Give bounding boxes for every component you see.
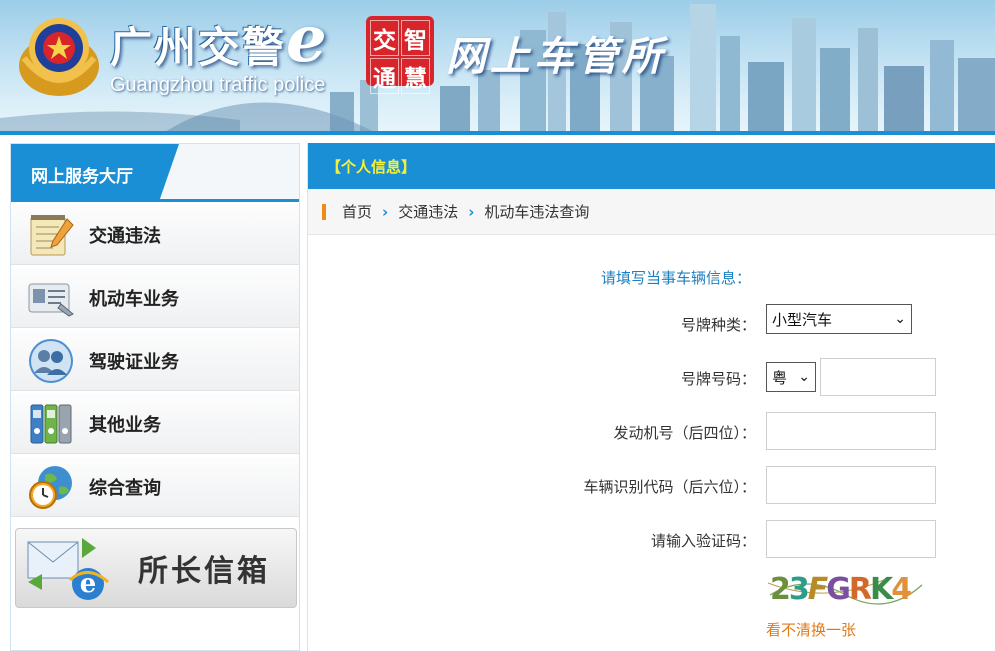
section-title: 【个人信息】 xyxy=(308,143,995,189)
director-mailbox-button[interactable]: e 所长信箱 xyxy=(15,528,297,608)
breadcrumb-traffic-violation[interactable]: 交通违法 xyxy=(398,201,458,222)
sidebar: 网上服务大厅 交通违法 机动车业务 驾驶证业务 其他业务 综合查询 e 所长信箱 xyxy=(10,143,300,651)
header-banner: 广州交警 e Guangzhou traffic police 交 智 通 慧 … xyxy=(0,0,995,135)
engine-number-label: 发动机号（后四位）： xyxy=(613,424,756,442)
sidebar-item-other-business[interactable]: 其他业务 xyxy=(11,394,299,454)
breadcrumb-home[interactable]: 首页 xyxy=(342,201,372,222)
plate-type-label: 号牌种类： xyxy=(680,316,756,334)
breadcrumb-marker xyxy=(322,203,326,220)
form-title: 请填写当事车辆信息： xyxy=(601,269,752,287)
online-vehicle-office-slogan: 网上车管所 xyxy=(446,33,666,80)
seal-char: 慧 xyxy=(401,58,430,94)
plate-type-select[interactable]: 小型汽车 ⌄ xyxy=(766,304,912,334)
notepad-pencil-icon xyxy=(25,211,77,259)
sidebar-item-label: 综合查询 xyxy=(89,477,161,499)
engine-number-row: 发动机号（后四位）： xyxy=(308,412,995,452)
brand-e-mark: e xyxy=(286,2,327,77)
captcha-input[interactable] xyxy=(766,520,936,558)
binders-icon xyxy=(25,400,77,448)
globe-clock-icon xyxy=(25,463,77,511)
plate-number-row: 号牌号码： 粤 ⌄ xyxy=(308,358,995,398)
seal-char: 智 xyxy=(401,20,430,56)
mailbox-label: 所长信箱 xyxy=(138,554,270,589)
plate-type-row: 号牌种类： 小型汽车 ⌄ xyxy=(308,304,995,344)
plate-type-value: 小型汽车 xyxy=(772,310,833,329)
sidebar-item-driver-license[interactable]: 驾驶证业务 xyxy=(11,331,299,391)
header-divider xyxy=(0,131,995,135)
plate-number-input[interactable] xyxy=(820,358,936,396)
envelope-ie-icon: e xyxy=(27,538,110,600)
vin-label: 车辆识别代码（后六位）： xyxy=(583,478,756,496)
sidebar-heading: 网上服务大厅 xyxy=(31,167,133,187)
sidebar-item-label: 其他业务 xyxy=(89,414,161,436)
chevron-down-icon: ⌄ xyxy=(894,311,906,327)
chevron-right-icon: › xyxy=(468,202,475,221)
refresh-captcha-link[interactable]: 看不清换一张 xyxy=(766,619,856,640)
sidebar-item-label: 机动车业务 xyxy=(89,288,179,310)
sidebar-header: 网上服务大厅 xyxy=(11,144,299,202)
user-group-icon xyxy=(25,337,77,385)
captcha-image[interactable]: 23FGRK4 xyxy=(766,565,926,609)
chevron-down-icon: ⌄ xyxy=(798,369,810,385)
chevron-right-icon: › xyxy=(382,202,389,221)
sidebar-item-vehicle-business[interactable]: 机动车业务 xyxy=(11,268,299,328)
seal-char: 通 xyxy=(370,58,399,94)
plate-number-label: 号牌号码： xyxy=(680,370,756,388)
smart-traffic-seal: 交 智 通 慧 xyxy=(366,16,434,94)
sidebar-item-traffic-violation[interactable]: 交通违法 xyxy=(11,205,299,265)
vin-row: 车辆识别代码（后六位）： xyxy=(308,466,995,506)
police-emblem-icon xyxy=(19,18,99,96)
captcha-row: 请输入验证码： xyxy=(308,520,995,560)
sidebar-item-label: 交通违法 xyxy=(89,225,161,247)
sidebar-item-label: 驾驶证业务 xyxy=(89,351,179,373)
captcha-text: 23FGRK4 xyxy=(770,572,911,607)
brand-subtitle-en: Guangzhou traffic police xyxy=(110,74,326,96)
vehicle-license-card-icon xyxy=(25,274,77,322)
plate-province-select[interactable]: 粤 ⌄ xyxy=(766,362,816,392)
breadcrumb-current[interactable]: 机动车违法查询 xyxy=(484,201,589,222)
engine-number-input[interactable] xyxy=(766,412,936,450)
captcha-label: 请输入验证码： xyxy=(650,532,756,550)
sidebar-item-general-query[interactable]: 综合查询 xyxy=(11,457,299,517)
plate-province-value: 粤 xyxy=(772,368,788,387)
sidebar-header-tab: 网上服务大厅 xyxy=(11,144,179,202)
seal-char: 交 xyxy=(370,20,399,56)
breadcrumb: 首页 › 交通违法 › 机动车违法查询 xyxy=(308,189,995,235)
main-panel: 【个人信息】 首页 › 交通违法 › 机动车违法查询 请填写当事车辆信息： 号牌… xyxy=(307,143,995,651)
vin-input[interactable] xyxy=(766,466,936,504)
brand-title: 广州交警 xyxy=(110,23,287,72)
